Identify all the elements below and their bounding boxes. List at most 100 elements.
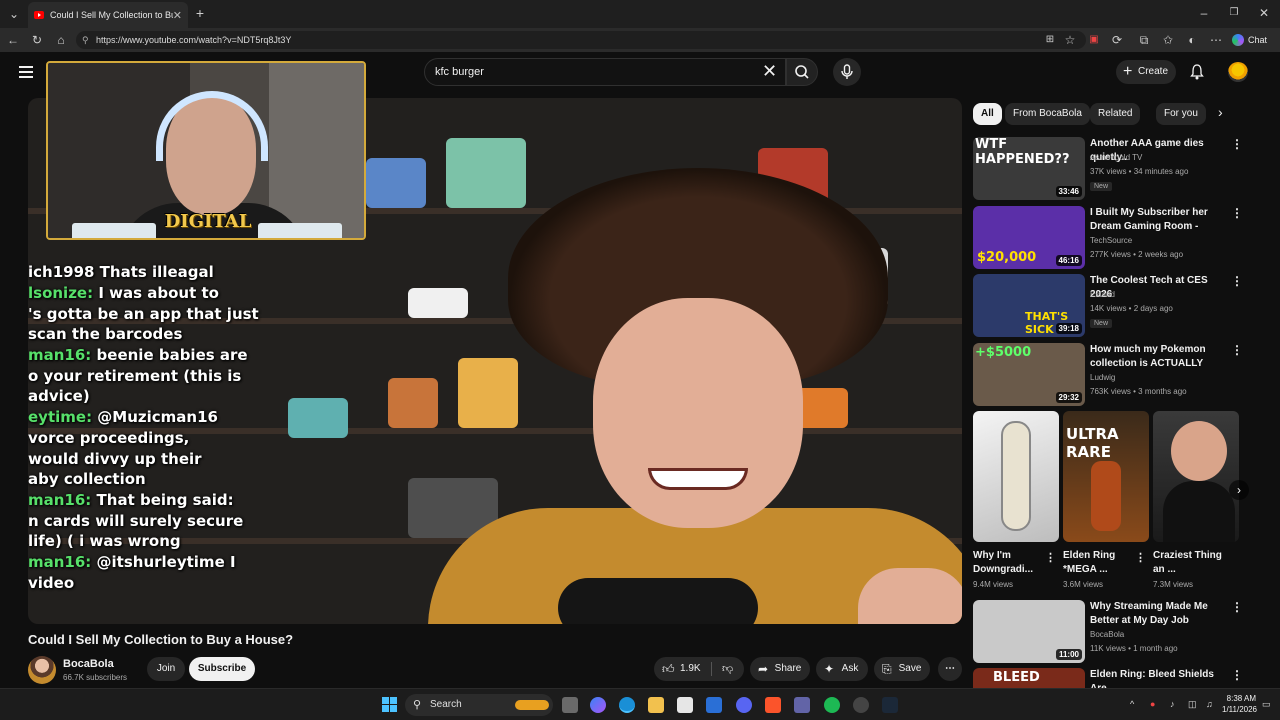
more-options-icon[interactable]: ⋮	[1231, 274, 1243, 288]
channel-name[interactable]: TechSource	[1090, 236, 1132, 245]
video-thumbnail[interactable]: BLEED	[973, 668, 1085, 688]
tray-mic-icon[interactable]: ♪	[1170, 699, 1175, 709]
channel-avatar[interactable]	[28, 656, 56, 684]
recommended-video[interactable]: +$5000 29:32 How much my Pokemon collectio…	[973, 343, 1253, 407]
channel-name[interactable]: Esfand	[1090, 290, 1115, 299]
browser-tab[interactable]: Could I Sell My Collection to Buy a Hous…	[28, 2, 188, 28]
chip-all[interactable]: All	[973, 103, 1002, 125]
shelf-thumbnail[interactable]	[973, 411, 1059, 542]
recommended-video[interactable]: THAT'S SICK 39:18 The Coolest Tech at CES …	[973, 274, 1253, 338]
notifications-icon[interactable]: ▭	[1262, 699, 1271, 710]
spotify-icon[interactable]	[824, 697, 840, 713]
windows-start-icon[interactable]	[382, 697, 398, 713]
shelf-item[interactable]: Why I'm Downgradi... ⋮ 9.4M views	[973, 411, 1059, 589]
like-count[interactable]: 1.9K	[680, 663, 701, 674]
maximize-icon[interactable]: ❐	[1227, 6, 1241, 20]
split-screen-icon[interactable]: ⧉	[1137, 33, 1151, 47]
search-button[interactable]	[786, 58, 818, 86]
copilot-icon[interactable]	[590, 697, 606, 713]
chip-for-you[interactable]: For you	[1156, 103, 1206, 125]
video-thumbnail[interactable]: +$5000 29:32	[973, 343, 1085, 406]
channel-name[interactable]: Ludwig	[1090, 373, 1115, 382]
video-title[interactable]: Why Streaming Made Me Better at My Day J…	[1090, 600, 1230, 627]
video-title[interactable]: How much my Pokemon collection is ACTUAL…	[1090, 343, 1230, 370]
voice-search-button[interactable]	[833, 58, 861, 86]
site-info-icon[interactable]: ⚲	[82, 31, 89, 49]
close-tab-icon[interactable]: ✕	[173, 9, 182, 22]
brave-icon[interactable]	[765, 697, 781, 713]
discord-icon[interactable]	[736, 697, 752, 713]
video-title[interactable]: I Built My Subscriber her Dream Gaming R…	[1090, 206, 1230, 233]
channel-name[interactable]: BocaBola	[1090, 630, 1124, 639]
show-hidden-icons[interactable]: ^	[1130, 699, 1134, 709]
video-thumbnail[interactable]: 11:00	[973, 600, 1085, 663]
more-options-icon[interactable]: ⋮	[1231, 600, 1243, 614]
more-options-icon[interactable]: ⋮	[1231, 137, 1243, 151]
app-icon[interactable]	[706, 697, 722, 713]
more-options-icon[interactable]: ⋯	[1209, 33, 1223, 47]
address-bar[interactable]: ⚲ https://www.youtube.com/watch?v=NDT5rq…	[76, 31, 1086, 49]
search-input[interactable]: kfc burger	[424, 58, 786, 86]
task-view-icon[interactable]	[562, 697, 578, 713]
shelf-title[interactable]: Why I'm Downgradi...	[973, 549, 1047, 577]
create-button[interactable]: + Create	[1116, 60, 1176, 84]
favorite-star-icon[interactable]: ☆	[1063, 33, 1077, 47]
recommended-video[interactable]: $20,000 46:16 I Built My Subscriber her Dr…	[973, 206, 1253, 270]
more-options-icon[interactable]: ⋮	[1231, 668, 1243, 682]
like-icon[interactable]: 👍︎	[662, 657, 675, 681]
teams-icon[interactable]	[794, 697, 810, 713]
recommended-video[interactable]: BLEED Elden Ring: Bleed Shields Are ⋮	[973, 668, 1253, 688]
shelf-title[interactable]: Craziest Thing an ...	[1153, 549, 1227, 577]
recommended-video[interactable]: 11:00 Why Streaming Made Me Better at My …	[973, 600, 1253, 664]
video-thumbnail[interactable]: THAT'S SICK 39:18	[973, 274, 1085, 337]
copilot-chat-button[interactable]: Chat	[1232, 32, 1267, 48]
shelf-thumbnail[interactable]: ULTRA RARE	[1063, 411, 1149, 542]
ask-button[interactable]: ✦ Ask	[816, 657, 868, 681]
more-options-icon[interactable]: ⋮	[1231, 206, 1243, 220]
obs-icon[interactable]	[853, 697, 869, 713]
minimize-icon[interactable]: –	[1197, 6, 1211, 20]
system-clock[interactable]: 8:38 AM 1/11/2026	[1222, 693, 1257, 715]
video-thumbnail[interactable]: WTF HAPPENED?? 33:46	[973, 137, 1085, 200]
volume-icon[interactable]: ♫	[1206, 699, 1213, 709]
video-thumbnail[interactable]: $20,000 46:16	[973, 206, 1085, 269]
shelf-item[interactable]: ULTRA RARE Elden Ring *MEGA ... ⋮ 3.6M v…	[1063, 411, 1149, 589]
tray-app-icon[interactable]: ●	[1150, 699, 1155, 709]
clear-search-icon[interactable]: ✕	[762, 61, 777, 81]
more-options-icon[interactable]: ⋮	[1045, 551, 1056, 564]
recommended-video[interactable]: WTF HAPPENED?? 33:46 Another AAA game dies…	[973, 137, 1253, 201]
shelf-next-button[interactable]: ›	[1229, 480, 1249, 500]
hamburger-menu-icon[interactable]	[19, 66, 33, 78]
refresh-extension-icon[interactable]: ⟳	[1110, 33, 1124, 47]
join-button[interactable]: Join	[147, 657, 185, 681]
shelf-item[interactable]: Craziest Thing an ... 7.3M views	[1153, 411, 1239, 589]
favorites-icon[interactable]: ✩	[1161, 33, 1175, 47]
chip-from-channel[interactable]: From BocaBola	[1005, 103, 1090, 125]
close-window-icon[interactable]: ✕	[1257, 6, 1271, 20]
new-tab-button[interactable]: +	[193, 6, 207, 20]
video-title[interactable]: Elden Ring: Bleed Shields Are	[1090, 668, 1230, 688]
share-button[interactable]: ➦ Share	[750, 657, 810, 681]
home-icon[interactable]: ⌂	[54, 33, 68, 47]
save-button[interactable]: ⎘ Save	[874, 657, 930, 681]
shelf-title[interactable]: Elden Ring *MEGA ...	[1063, 549, 1137, 577]
back-icon[interactable]: ←	[6, 33, 20, 47]
chevron-right-icon[interactable]: ›	[1218, 104, 1223, 120]
more-options-icon[interactable]: ⋮	[1231, 343, 1243, 357]
subscribe-button[interactable]: Subscribe	[189, 657, 255, 681]
store-icon[interactable]	[677, 697, 693, 713]
extension-icon[interactable]: ▣	[1087, 33, 1101, 47]
profile-icon[interactable]: ◐	[1185, 33, 1199, 47]
channel-name[interactable]: Asmongold TV	[1090, 153, 1142, 162]
shelf-thumbnail[interactable]	[1153, 411, 1239, 542]
file-explorer-icon[interactable]	[648, 697, 664, 713]
chip-related[interactable]: Related	[1090, 103, 1141, 125]
steam-icon[interactable]	[882, 697, 898, 713]
account-avatar[interactable]	[1228, 62, 1248, 82]
app-install-icon[interactable]: ⊞	[1043, 33, 1057, 47]
edge-browser-icon[interactable]	[619, 697, 635, 713]
channel-name[interactable]: BocaBola	[63, 658, 114, 670]
dislike-icon[interactable]: 👎︎	[722, 657, 733, 681]
notifications-bell-icon[interactable]	[1190, 64, 1204, 80]
tab-list-chevron-icon[interactable]: ⌄	[7, 7, 21, 21]
